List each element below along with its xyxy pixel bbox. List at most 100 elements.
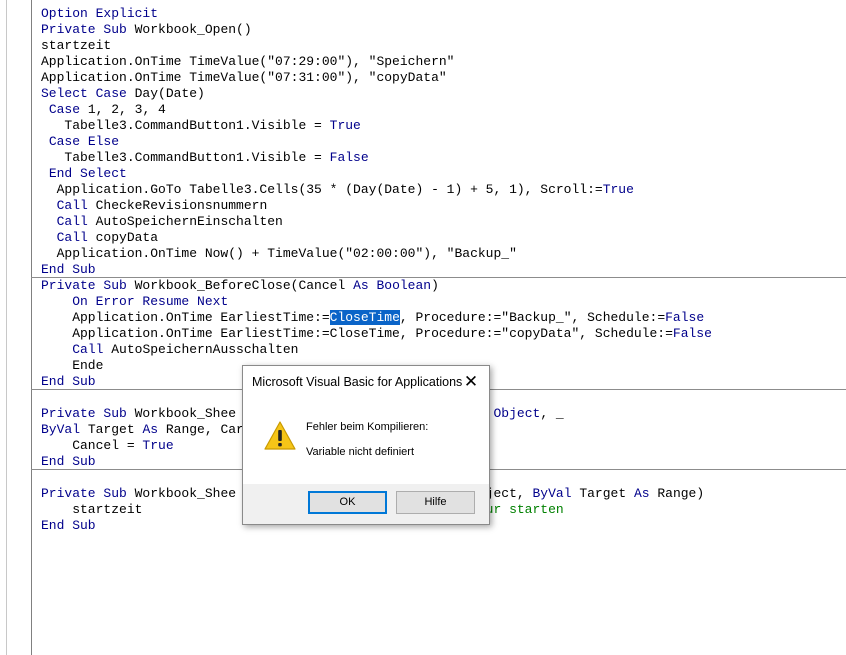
code-keyword: False [329, 150, 369, 165]
help-button[interactable]: Hilfe [396, 491, 475, 514]
code-line[interactable]: Application.OnTime Now() + TimeValue("02… [41, 246, 846, 262]
code-text: Workbook_Open() [126, 22, 252, 37]
code-line[interactable]: Call AutoSpeichernAusschalten [41, 342, 846, 358]
code-line[interactable]: End Sub [41, 262, 846, 278]
code-keyword: Call [56, 214, 88, 229]
gutter-inner [6, 0, 31, 655]
code-keyword: ByVal [532, 486, 572, 501]
code-line[interactable]: Application.GoTo Tabelle3.Cells(35 * (Da… [41, 182, 846, 198]
error-message-title: Fehler beim Kompilieren: [306, 421, 429, 433]
code-line[interactable]: Case Else [41, 134, 846, 150]
procedure-separator [31, 277, 846, 278]
code-keyword: End Sub [41, 518, 96, 533]
selected-text: CloseTime [329, 310, 400, 325]
code-line[interactable]: startzeit [41, 38, 846, 54]
code-keyword: Case [48, 102, 81, 117]
code-line[interactable]: Tabelle3.CommandButton1.Visible = True [41, 118, 846, 134]
code-text: Application.OnTime TimeValue("07:29:00")… [41, 54, 455, 69]
code-text: Day(Date) [126, 86, 205, 101]
code-text: Target [80, 422, 143, 437]
code-text: Cancel = [41, 438, 143, 453]
code-text: ) [431, 278, 439, 293]
code-text: 1, 2, 3, 4 [80, 102, 166, 117]
compile-error-dialog: Microsoft Visual Basic for Applications … [242, 365, 490, 525]
code-text: Tabelle3.CommandButton1.Visible = [41, 150, 330, 165]
code-text: AutoSpeichernEinschalten [87, 214, 283, 229]
code-keyword: Call [56, 230, 88, 245]
code-keyword: True [602, 182, 634, 197]
code-keyword: Private Sub [41, 486, 127, 501]
code-text: Ende [41, 358, 104, 373]
code-text: Application.OnTime EarliestTime:= [41, 310, 330, 325]
code-text: startzeit [41, 38, 112, 53]
code-text: copyData [87, 230, 159, 245]
code-keyword: Private Sub [41, 22, 127, 37]
code-keyword: Private Sub [41, 278, 127, 293]
code-keyword: As Boolean [353, 278, 432, 293]
code-text: , Procedure:="Backup_", Schedule:= [399, 310, 666, 325]
dialog-body: Fehler beim Kompilieren: Variable nicht … [243, 398, 489, 484]
code-text: Workbook_BeforeClose(Cancel [126, 278, 354, 293]
code-keyword: On Error Resume Next [72, 294, 229, 309]
code-line[interactable]: Call CheckeRevisionsnummern [41, 198, 846, 214]
code-keyword: True [329, 118, 361, 133]
margin-indicator-bar[interactable] [0, 0, 32, 655]
code-line[interactable]: Call copyData [41, 230, 846, 246]
warning-icon [264, 421, 296, 450]
code-keyword: Case Else [48, 134, 120, 149]
dialog-footer: OK Hilfe [243, 484, 489, 524]
code-keyword: Call [56, 198, 88, 213]
code-line[interactable]: Application.OnTime TimeValue("07:29:00")… [41, 54, 846, 70]
code-keyword: End Select [48, 166, 127, 181]
code-keyword: Option Explicit [41, 6, 159, 21]
code-editor[interactable]: Option Explicit Private Sub Workbook_Open… [0, 0, 846, 655]
code-text: Tabelle3.CommandButton1.Visible = [41, 118, 330, 133]
code-line[interactable]: On Error Resume Next [41, 294, 846, 310]
code-keyword: True [142, 438, 174, 453]
code-line[interactable]: End Select [41, 166, 846, 182]
code-keyword: As [142, 422, 159, 437]
error-message-detail: Variable nicht definiert [306, 446, 415, 458]
code-keyword: Object [493, 406, 541, 421]
code-line[interactable]: Application.OnTime EarliestTime:=CloseTi… [41, 310, 846, 326]
code-text: Application.GoTo Tabelle3.Cells(35 * (Da… [41, 182, 603, 197]
code-line[interactable]: Call AutoSpeichernEinschalten [41, 214, 846, 230]
code-keyword: ByVal [41, 422, 81, 437]
code-keyword: Call [72, 342, 104, 357]
code-line[interactable]: Select Case Day(Date) [41, 86, 846, 102]
ok-button[interactable]: OK [308, 491, 387, 514]
code-keyword: As [633, 486, 650, 501]
code-keyword: End Sub [41, 454, 96, 469]
close-icon[interactable]: ✕ [461, 372, 481, 392]
code-text: Range, Car [158, 422, 244, 437]
code-line[interactable]: Private Sub Workbook_Open() [41, 22, 846, 38]
code-text: , _ [540, 406, 564, 421]
code-line[interactable]: Application.OnTime TimeValue("07:31:00")… [41, 70, 846, 86]
code-text: Application.OnTime TimeValue("07:31:00")… [41, 70, 447, 85]
code-keyword: Private Sub [41, 406, 127, 421]
code-text: Target [571, 486, 634, 501]
dialog-title: Microsoft Visual Basic for Applications [252, 375, 463, 389]
code-keyword: End Sub [41, 374, 96, 389]
code-line[interactable]: Option Explicit [41, 6, 846, 22]
dialog-titlebar[interactable]: Microsoft Visual Basic for Applications … [243, 366, 489, 398]
code-text: Application.OnTime EarliestTime:=CloseTi… [41, 326, 673, 341]
code-text: ject, [485, 486, 533, 501]
code-line[interactable]: Private Sub Workbook_BeforeClose(Cancel … [41, 278, 846, 294]
code-text: AutoSpeichernAusschalten [103, 342, 299, 357]
code-text: CheckeRevisionsnummern [87, 198, 268, 213]
code-line[interactable]: Case 1, 2, 3, 4 [41, 102, 846, 118]
code-line[interactable]: Tabelle3.CommandButton1.Visible = False [41, 150, 846, 166]
code-keyword: End Sub [41, 262, 96, 277]
code-text: Application.OnTime Now() + TimeValue("02… [41, 246, 517, 261]
code-keyword: Select Case [41, 86, 127, 101]
code-line[interactable]: Application.OnTime EarliestTime:=CloseTi… [41, 326, 846, 342]
code-text: Range) [649, 486, 705, 501]
